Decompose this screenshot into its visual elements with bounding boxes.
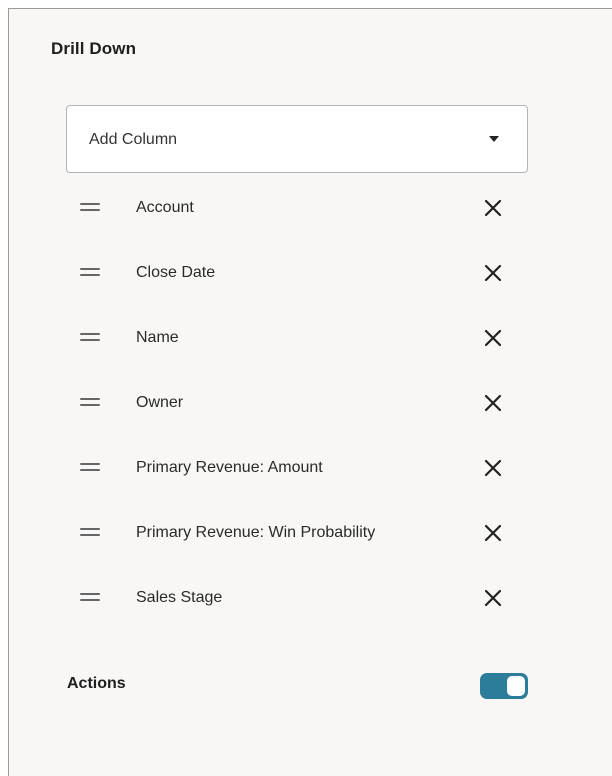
column-row: Account — [66, 189, 528, 229]
drag-handle-icon[interactable] — [80, 593, 100, 601]
column-label: Name — [136, 329, 179, 346]
column-label: Owner — [136, 394, 184, 411]
drag-handle-icon[interactable] — [80, 528, 100, 536]
close-icon[interactable] — [482, 327, 504, 349]
close-icon[interactable] — [482, 457, 504, 479]
column-label: Primary Revenue: Win Probability — [136, 524, 376, 541]
drag-handle-icon[interactable] — [80, 463, 100, 471]
add-column-label: Add Column — [89, 131, 178, 148]
column-row: Primary Revenue: Amount — [66, 449, 528, 489]
caret-down-icon — [489, 136, 499, 142]
panel-title: Drill Down — [51, 39, 137, 58]
column-row: Sales Stage — [66, 579, 528, 619]
drag-handle-icon[interactable] — [80, 203, 100, 211]
actions-toggle[interactable] — [480, 673, 528, 699]
drag-handle-icon[interactable] — [80, 398, 100, 406]
add-column-dropdown[interactable]: Add Column — [66, 105, 528, 173]
column-label: Primary Revenue: Amount — [136, 459, 323, 476]
column-row: Close Date — [66, 254, 528, 294]
column-label: Close Date — [136, 264, 216, 281]
drag-handle-icon[interactable] — [80, 268, 100, 276]
actions-label: Actions — [67, 675, 126, 692]
column-row: Primary Revenue: Win Probability — [66, 514, 528, 554]
close-icon[interactable] — [482, 587, 504, 609]
toggle-knob — [507, 676, 525, 696]
close-icon[interactable] — [482, 522, 504, 544]
column-row: Name — [66, 319, 528, 359]
close-icon[interactable] — [482, 262, 504, 284]
drill-down-panel: Drill Down Add Column Account Close Date… — [8, 8, 612, 776]
column-label: Sales Stage — [136, 589, 223, 606]
column-label: Account — [136, 199, 194, 216]
close-icon[interactable] — [482, 197, 504, 219]
column-row: Owner — [66, 384, 528, 424]
close-icon[interactable] — [482, 392, 504, 414]
drag-handle-icon[interactable] — [80, 333, 100, 341]
